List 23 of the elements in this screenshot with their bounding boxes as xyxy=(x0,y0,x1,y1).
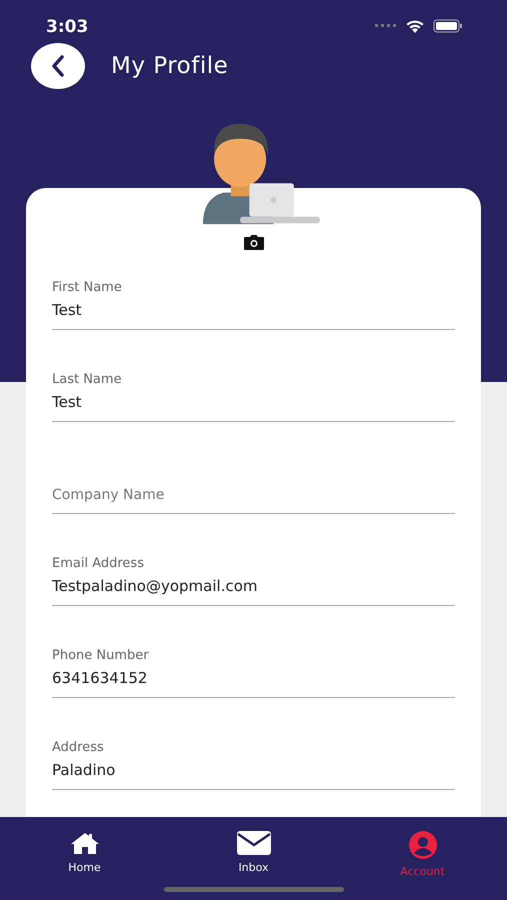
home-icon xyxy=(70,831,100,855)
field-label: Email Address xyxy=(52,556,145,571)
input-field[interactable]: Test xyxy=(52,393,455,422)
wifi-icon xyxy=(405,18,425,34)
input-field[interactable]: Company Name xyxy=(52,485,455,514)
field-label: First Name xyxy=(52,280,123,295)
user-icon xyxy=(408,831,436,859)
page-title: My Profile xyxy=(111,53,228,79)
field-label: Address xyxy=(52,740,105,755)
status-time: 3:03 xyxy=(46,17,88,37)
field-label: Phone Number xyxy=(52,648,150,663)
battery-icon xyxy=(433,19,463,33)
input-field[interactable]: Test xyxy=(52,301,455,330)
tab[interactable]: Home xyxy=(0,831,169,900)
input-field[interactable]: Testpaladino@yopmail.com xyxy=(52,577,455,606)
input-field[interactable]: 6341634152 xyxy=(52,669,455,698)
back-button[interactable] xyxy=(31,43,85,89)
camera-icon xyxy=(244,234,264,250)
field-label: Last Name xyxy=(52,372,123,387)
envelope-icon xyxy=(236,831,270,855)
back-icon xyxy=(51,55,65,77)
signal-icon xyxy=(375,24,397,28)
input-field[interactable]: Paladino xyxy=(52,761,455,790)
